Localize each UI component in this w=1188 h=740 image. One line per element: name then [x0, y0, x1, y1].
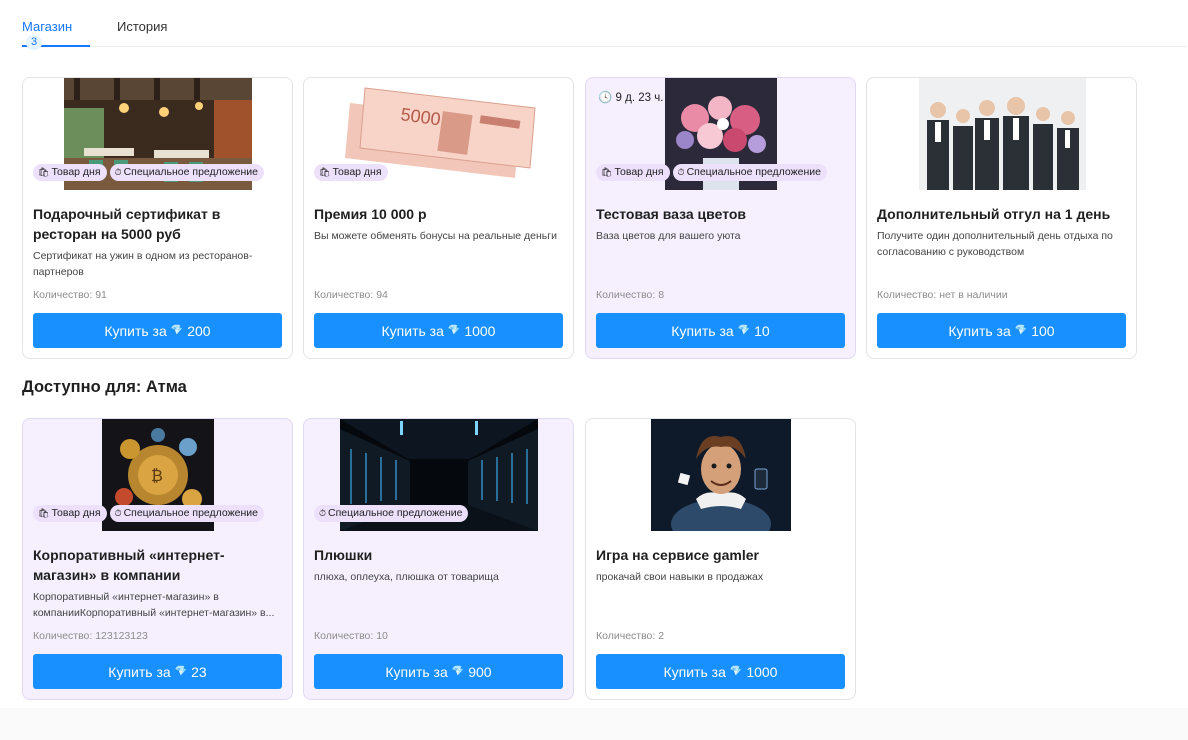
product-description: Сертификат на ужин в одном из ресторанов…: [33, 250, 253, 278]
product-title: Дополнительный отгул на 1 день: [877, 206, 1111, 222]
diamond-icon: 💎: [451, 666, 465, 677]
product-card: ⏱ Специальное предложение Плюшки плюха, о…: [303, 418, 574, 700]
tab-shop-label: Магазин: [22, 19, 73, 34]
product-description: плюха, оплеуха, плюшка от товарища: [314, 571, 499, 583]
product-title: Премия 10 000 р: [314, 206, 427, 222]
tag-special-offer: ⏱ Специальное предложение: [109, 505, 264, 522]
buy-price: 1000: [464, 322, 496, 339]
tag-label: Товар дня: [51, 166, 101, 178]
product-description: Вы можете обменять бонусы на реальные де…: [314, 230, 557, 242]
buy-price: 900: [468, 663, 492, 680]
product-quantity: Количество: 8: [596, 289, 665, 301]
buy-label: Купить за: [108, 663, 171, 680]
product-quantity: Количество: 2: [596, 630, 665, 642]
product-quantity: Количество: 10: [314, 630, 388, 642]
product-quantity: Количество: 123123123: [33, 630, 148, 642]
buy-button[interactable]: Купить за 💎 100: [877, 313, 1126, 348]
product-card: 5000 🛍 Товар дня Премия 10 000 р Вы может…: [303, 77, 574, 359]
tag-special-offer: ⏱ Специальное предложение: [109, 164, 264, 181]
product-title: Подарочный сертификат в ресторан на 5000…: [33, 206, 221, 242]
tag-label: Товар дня: [332, 166, 382, 178]
tag-product-of-day: 🛍 Товар дня: [314, 164, 388, 181]
tag-group: 🛍 Товар дня ⏱ Специальное предложение: [33, 505, 264, 522]
tag-group: 🛍 Товар дня ⏱ Специальное предложение: [596, 164, 827, 181]
tag-group: 🛍 Товар дня: [314, 164, 388, 181]
tab-history-label: История: [117, 19, 168, 34]
product-card: 🛍 Товар дня ⏱ Специальное предложение Пода…: [22, 77, 293, 359]
buy-price: 10: [754, 322, 770, 339]
product-image-jester: [651, 419, 791, 531]
shopping-bag-icon: 🛍: [38, 167, 50, 177]
tab-shop[interactable]: Магазин3: [22, 19, 90, 50]
product-quantity: Количество: 94: [314, 289, 388, 301]
product-title: Тестовая ваза цветов: [596, 206, 747, 222]
buy-label: Купить за: [104, 322, 167, 339]
svg-text:₿: ₿: [151, 467, 163, 485]
timer-icon: ⏱: [114, 167, 122, 177]
buy-label: Купить за: [385, 663, 448, 680]
buy-button[interactable]: Купить за 💎 900: [314, 654, 563, 689]
diamond-icon: 💎: [447, 325, 461, 336]
clock-icon: 🕓: [598, 92, 613, 104]
shopping-bag-icon: 🛍: [601, 167, 613, 177]
buy-button[interactable]: Купить за 💎 23: [33, 654, 282, 689]
product-card: Дополнительный отгул на 1 день Получите …: [866, 77, 1137, 359]
buy-button[interactable]: Купить за 💎 10: [596, 313, 845, 348]
tag-special-offer: ⏱ Специальное предложение: [672, 164, 827, 181]
timer-icon: ⏱: [319, 508, 327, 518]
buy-button[interactable]: Купить за 💎 200: [33, 313, 282, 348]
tag-label: Товар дня: [51, 507, 101, 519]
product-card: ₿ 🛍 Товар дня ⏱ Специальное предложение Ко…: [22, 418, 293, 700]
tag-label: Специальное предложение: [123, 166, 258, 178]
product-description: Получите один дополнительный день отдыха…: [877, 230, 1113, 258]
product-quantity: Количество: нет в наличии: [877, 289, 1008, 301]
shopping-bag-icon: 🛍: [319, 167, 331, 177]
tag-group: 🛍 Товар дня ⏱ Специальное предложение: [33, 164, 264, 181]
product-card: 🕓 9 д. 23 ч. 🛍 Товар дня ⏱ Специальное пре…: [585, 77, 856, 359]
product-description: Ваза цветов для вашего уюта: [596, 230, 741, 242]
section-title: Доступно для: Атма: [22, 378, 187, 396]
tag-product-of-day: 🛍 Товар дня: [33, 164, 107, 181]
buy-label: Купить за: [671, 322, 734, 339]
tag-label: Товар дня: [614, 166, 664, 178]
buy-button[interactable]: Купить за 💎 1000: [314, 313, 563, 348]
diamond-icon: 💎: [1014, 325, 1028, 336]
tag-label: Специальное предложение: [123, 507, 258, 519]
page-footer-area: [0, 708, 1188, 740]
tabs-bar: Магазин3 История: [22, 0, 1187, 50]
tab-history[interactable]: История: [117, 19, 167, 47]
shopping-bag-icon: 🛍: [38, 508, 50, 518]
tag-product-of-day: 🛍 Товар дня: [596, 164, 670, 181]
buy-button[interactable]: Купить за 💎 1000: [596, 654, 845, 689]
product-title: Корпоративный «интернет-магазин» в компа…: [33, 547, 225, 583]
buy-price: 100: [1031, 322, 1055, 339]
diamond-icon: 💎: [170, 325, 184, 336]
buy-label: Купить за: [663, 663, 726, 680]
tab-shop-count-badge: 3: [26, 35, 43, 50]
buy-price: 200: [187, 322, 211, 339]
diamond-icon: 💎: [174, 666, 188, 677]
tag-special-offer: ⏱ Специальное предложение: [314, 505, 469, 522]
product-quantity: Количество: 91: [33, 289, 107, 301]
product-description: прокачай свои навыки в продажах: [596, 571, 764, 583]
tag-label: Специальное предложение: [328, 507, 463, 519]
diamond-icon: 💎: [729, 666, 743, 677]
buy-price: 1000: [746, 663, 778, 680]
product-description: Корпоративный «интернет-магазин» в компа…: [33, 591, 275, 619]
offer-timer: 🕓 9 д. 23 ч.: [598, 90, 663, 104]
buy-price: 23: [191, 663, 207, 680]
tag-label: Специальное предложение: [686, 166, 821, 178]
timer-icon: ⏱: [677, 167, 685, 177]
tag-group: ⏱ Специальное предложение: [314, 505, 469, 522]
tag-product-of-day: 🛍 Товар дня: [33, 505, 107, 522]
buy-label: Купить за: [381, 322, 444, 339]
diamond-icon: 💎: [737, 325, 751, 336]
product-title: Плюшки: [314, 547, 373, 563]
product-card: Игра на сервисе gamler прокачай свои нав…: [585, 418, 856, 700]
product-title: Игра на сервисе gamler: [596, 547, 759, 563]
timer-icon: ⏱: [114, 508, 122, 518]
product-image-business-team: [919, 78, 1086, 190]
timer-text: 9 д. 23 ч.: [615, 92, 664, 104]
buy-label: Купить за: [948, 322, 1011, 339]
